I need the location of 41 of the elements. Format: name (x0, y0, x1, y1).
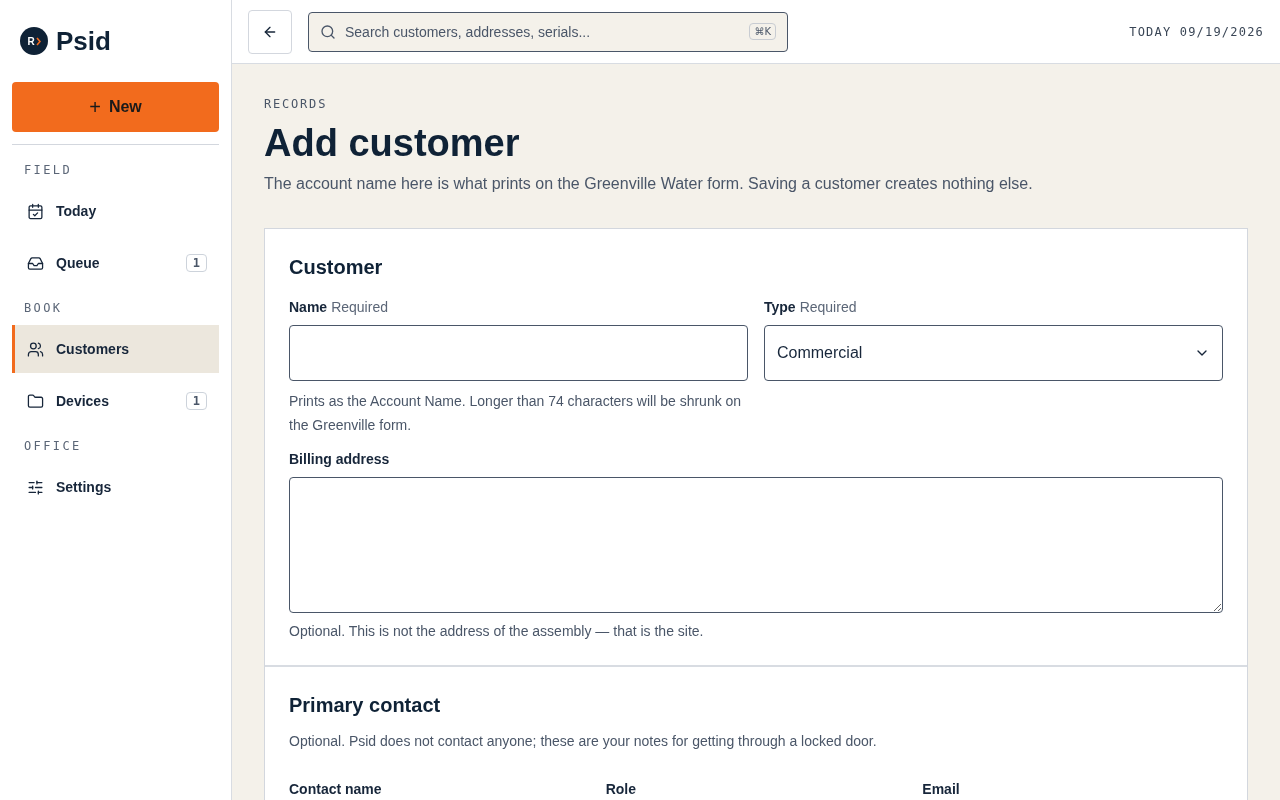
search-icon (320, 23, 336, 40)
help-text: Prints as the Account Name. Longer than 74 characters will be shrunk on the Greenville form. (289, 391, 743, 435)
inbox-icon (27, 254, 44, 272)
billing-address-input[interactable] (289, 476, 1223, 613)
today-date: TODAY 09/19/2026 (1129, 23, 1264, 40)
field-label: Contact name (289, 779, 383, 799)
page-eyebrow: RECORDS (264, 96, 329, 112)
app-name: Psid (56, 24, 111, 58)
logo-icon: R (20, 27, 48, 55)
new-button[interactable]: + New (12, 82, 219, 132)
page-title: Add customer (264, 121, 521, 166)
sidebar-item[interactable]: Today (12, 187, 219, 235)
count-badge: 1 (185, 392, 207, 410)
shortcut-key: ⌘K (749, 22, 776, 40)
sidebar-item[interactable]: Customers (12, 325, 219, 373)
folder-icon (27, 392, 44, 410)
count-badge: 1 (185, 254, 207, 272)
page-subtitle: The account name here is what prints on the Greenville Water form. Saving a customer creates nothing else. (264, 173, 1034, 194)
field-label: Type (764, 297, 796, 317)
sliders-icon (27, 478, 44, 496)
sidebar-item[interactable]: Queue 1 (12, 239, 219, 287)
field-label: Name (289, 297, 328, 317)
name-input[interactable] (289, 324, 748, 381)
section-title: Primary contact (289, 692, 442, 718)
sidebar-item[interactable]: Devices 1 (12, 377, 219, 425)
section-title: Customer (289, 254, 384, 280)
users-icon (27, 340, 44, 358)
required-tag: Required (799, 296, 857, 317)
type-select[interactable]: Commercial (764, 324, 1223, 381)
help-text: Optional. This is not the address of the assembly — that is the site. (289, 621, 705, 641)
field-label: Email (922, 779, 961, 799)
required-tag: Required (331, 296, 388, 317)
section-heading: BOOK (23, 300, 64, 317)
field-label: Role (605, 779, 637, 799)
sidebar-item[interactable]: Settings (12, 463, 219, 511)
section-heading: OFFICE (23, 438, 83, 455)
help-text: Optional. Psid does not contact anyone; these are your notes for getting through a locked door. (289, 731, 878, 751)
field-label: Billing address (289, 449, 390, 469)
section-heading: FIELD (23, 162, 74, 179)
back-button[interactable] (248, 9, 292, 54)
calendar-icon (27, 202, 44, 220)
